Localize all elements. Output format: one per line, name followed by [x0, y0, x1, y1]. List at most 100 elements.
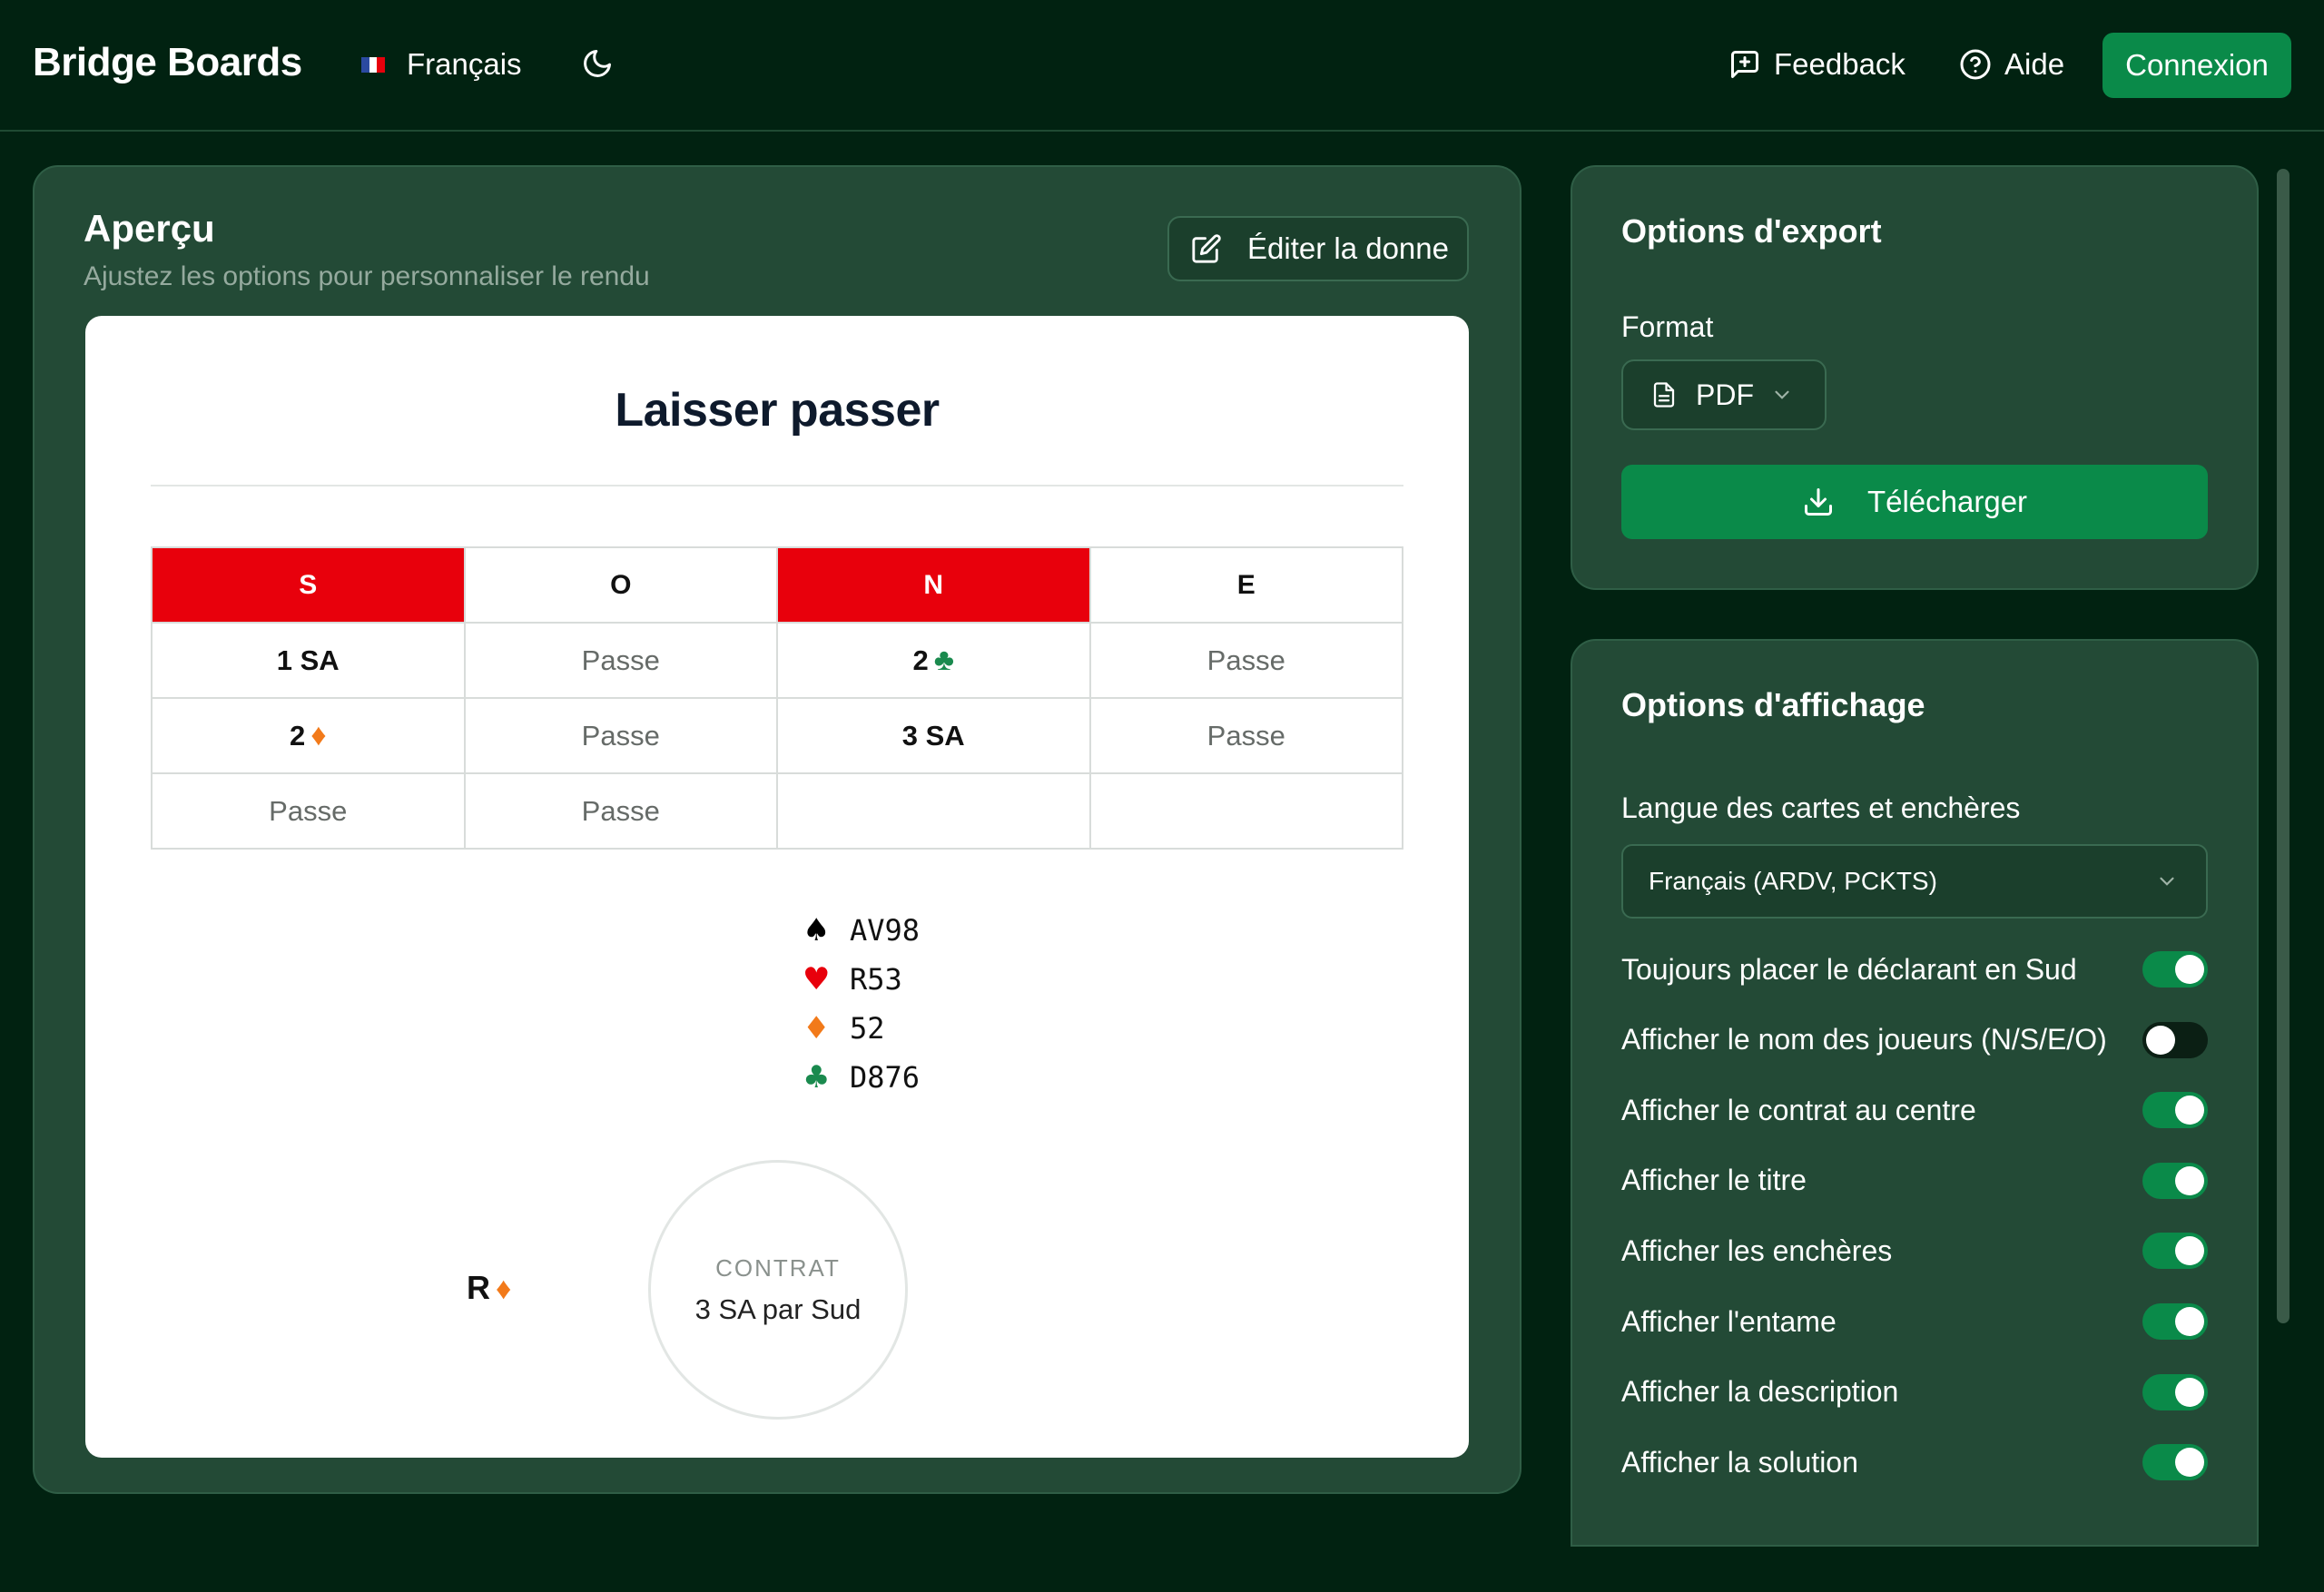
display-option-row: Afficher l'entame	[1621, 1302, 2208, 1341]
feedback-button[interactable]: Feedback	[1728, 47, 1905, 82]
edit-icon	[1192, 234, 1221, 263]
bid-cell: Passe	[463, 622, 778, 699]
chevron-down-icon	[1775, 390, 1789, 399]
feedback-label: Feedback	[1774, 47, 1905, 81]
bid-cell	[776, 772, 1091, 850]
bid-text: 2	[912, 644, 929, 676]
display-option-toggle[interactable]	[2142, 1233, 2208, 1270]
title-divider	[151, 485, 1403, 486]
file-icon	[1653, 382, 1675, 408]
toggle-knob	[2146, 1025, 2175, 1055]
bid-text: Passe	[581, 644, 660, 676]
display-option-label: Afficher le nom des joueurs (N/S/E/O)	[1621, 1023, 2107, 1056]
format-value: PDF	[1696, 378, 1754, 411]
preview-subtitle: Ajustez les options pour personnaliser l…	[84, 261, 650, 291]
edit-deal-button[interactable]: Éditer la donne	[1167, 216, 1469, 281]
card-language-value: Français (ARDV, PCKTS)	[1649, 867, 1937, 895]
display-option-toggle[interactable]	[2142, 1162, 2208, 1199]
download-label: Télécharger	[1866, 485, 2028, 518]
bid-cell: Passe	[151, 772, 466, 850]
bid-cell: Passe	[1088, 622, 1403, 699]
toggle-knob	[2175, 955, 2204, 984]
help-circle-icon	[1960, 49, 1991, 80]
contract-label: CONTRAT	[715, 1253, 841, 1282]
display-option-toggle[interactable]	[2142, 1444, 2208, 1481]
display-option-label: Afficher le contrat au centre	[1621, 1093, 1976, 1126]
language-label: Français	[407, 47, 522, 81]
display-option-toggle[interactable]	[2142, 1373, 2208, 1410]
bid-cell: Passe	[463, 772, 778, 850]
hand-spades: AV98	[850, 913, 921, 948]
card-language-select[interactable]: Français (ARDV, PCKTS)	[1621, 844, 2208, 919]
display-option-label: Afficher les enchères	[1621, 1233, 1893, 1267]
chevron-down-icon	[2160, 877, 2174, 886]
bid-cell: 1 SA	[151, 622, 466, 699]
toggle-knob	[2175, 1448, 2204, 1478]
language-switcher[interactable]: Français	[361, 47, 522, 82]
opening-lead: R ♦	[467, 1269, 511, 1307]
bid-text: Passe	[1206, 644, 1285, 676]
diamond-icon: ♦	[803, 1010, 831, 1047]
toggle-knob	[2175, 1096, 2204, 1125]
bid-cell: Passe	[463, 697, 778, 774]
display-option-row: Afficher la solution	[1621, 1442, 2208, 1482]
hand-diamonds: 52	[850, 1011, 885, 1046]
toggle-knob	[2175, 1165, 2204, 1195]
hand-diamonds-row: ♦ 52	[803, 1004, 920, 1053]
display-option-label: Afficher la description	[1621, 1375, 1899, 1409]
preview-title: Aperçu	[84, 207, 215, 250]
card-language-label: Langue des cartes et enchères	[1621, 791, 2021, 824]
download-icon	[1804, 488, 1832, 516]
club-icon: ♣	[803, 1059, 831, 1096]
moon-icon[interactable]	[581, 47, 614, 80]
bidding-header-0: S	[151, 546, 466, 624]
lead-card: R	[467, 1269, 490, 1306]
diamond-icon: ♦	[310, 718, 327, 752]
south-hand: ♠ AV98 ♥ R53 ♦ 52 ♣ D876	[803, 906, 920, 1102]
bid-text: 2	[289, 720, 306, 752]
display-option-toggle[interactable]	[2142, 1021, 2208, 1058]
diamond-icon: ♦	[496, 1272, 512, 1306]
login-button[interactable]: Connexion	[2102, 33, 2291, 98]
display-option-row: Afficher le contrat au centre	[1621, 1090, 2208, 1130]
toggle-knob	[2175, 1307, 2204, 1336]
export-title: Options d'export	[1621, 212, 1882, 250]
display-option-row: Afficher le nom des joueurs (N/S/E/O)	[1621, 1020, 2208, 1060]
download-button[interactable]: Télécharger	[1621, 465, 2208, 539]
help-label: Aide	[2004, 47, 2065, 81]
bid-text: Passe	[1206, 719, 1285, 752]
hand-hearts: R53	[850, 962, 902, 997]
display-option-row: Afficher le titre	[1621, 1161, 2208, 1201]
format-select[interactable]: PDF	[1621, 359, 1827, 430]
table-row: 2 ♦ Passe 3 SA Passe	[151, 697, 1403, 774]
format-label: Format	[1621, 310, 1714, 343]
display-option-row: Toujours placer le déclarant en Sud	[1621, 949, 2208, 989]
bid-cell: Passe	[1088, 697, 1403, 774]
message-plus-icon	[1731, 51, 1758, 78]
toggle-knob	[2175, 1377, 2204, 1407]
bid-cell: 2 ♦	[151, 697, 466, 774]
help-button[interactable]: Aide	[1959, 47, 2064, 82]
bid-text: Passe	[581, 719, 660, 752]
app-header: Bridge Boards Français Feedback Aide Con…	[0, 0, 2324, 132]
toggle-knob	[2175, 1236, 2204, 1266]
board-preview-sheet: Laisser passer SONE 1 SA Passe 2 ♣ Passe 2 ♦ Pa…	[85, 316, 1469, 1458]
contract-value: 3 SA par Sud	[694, 1292, 862, 1325]
bid-text: Passe	[269, 794, 348, 827]
bid-text: 1 SA	[276, 644, 340, 676]
display-option-toggle[interactable]	[2142, 951, 2208, 988]
display-option-label: Afficher la solution	[1621, 1445, 1858, 1479]
france-flag-icon	[361, 56, 386, 73]
table-row: 1 SA Passe 2 ♣ Passe	[151, 622, 1403, 699]
hand-hearts-row: ♥ R53	[803, 955, 920, 1004]
brand-logo[interactable]: Bridge Boards	[33, 40, 302, 85]
display-option-toggle[interactable]	[2142, 1303, 2208, 1340]
display-option-row: Afficher la description	[1621, 1372, 2208, 1412]
bid-cell: 3 SA	[776, 697, 1091, 774]
scrollbar[interactable]	[2277, 169, 2290, 1323]
display-option-toggle[interactable]	[2142, 1092, 2208, 1129]
bid-text: Passe	[581, 794, 660, 827]
spade-icon: ♠	[803, 912, 831, 948]
bid-cell: 2 ♣	[776, 622, 1091, 699]
display-option-label: Afficher le titre	[1621, 1164, 1807, 1197]
